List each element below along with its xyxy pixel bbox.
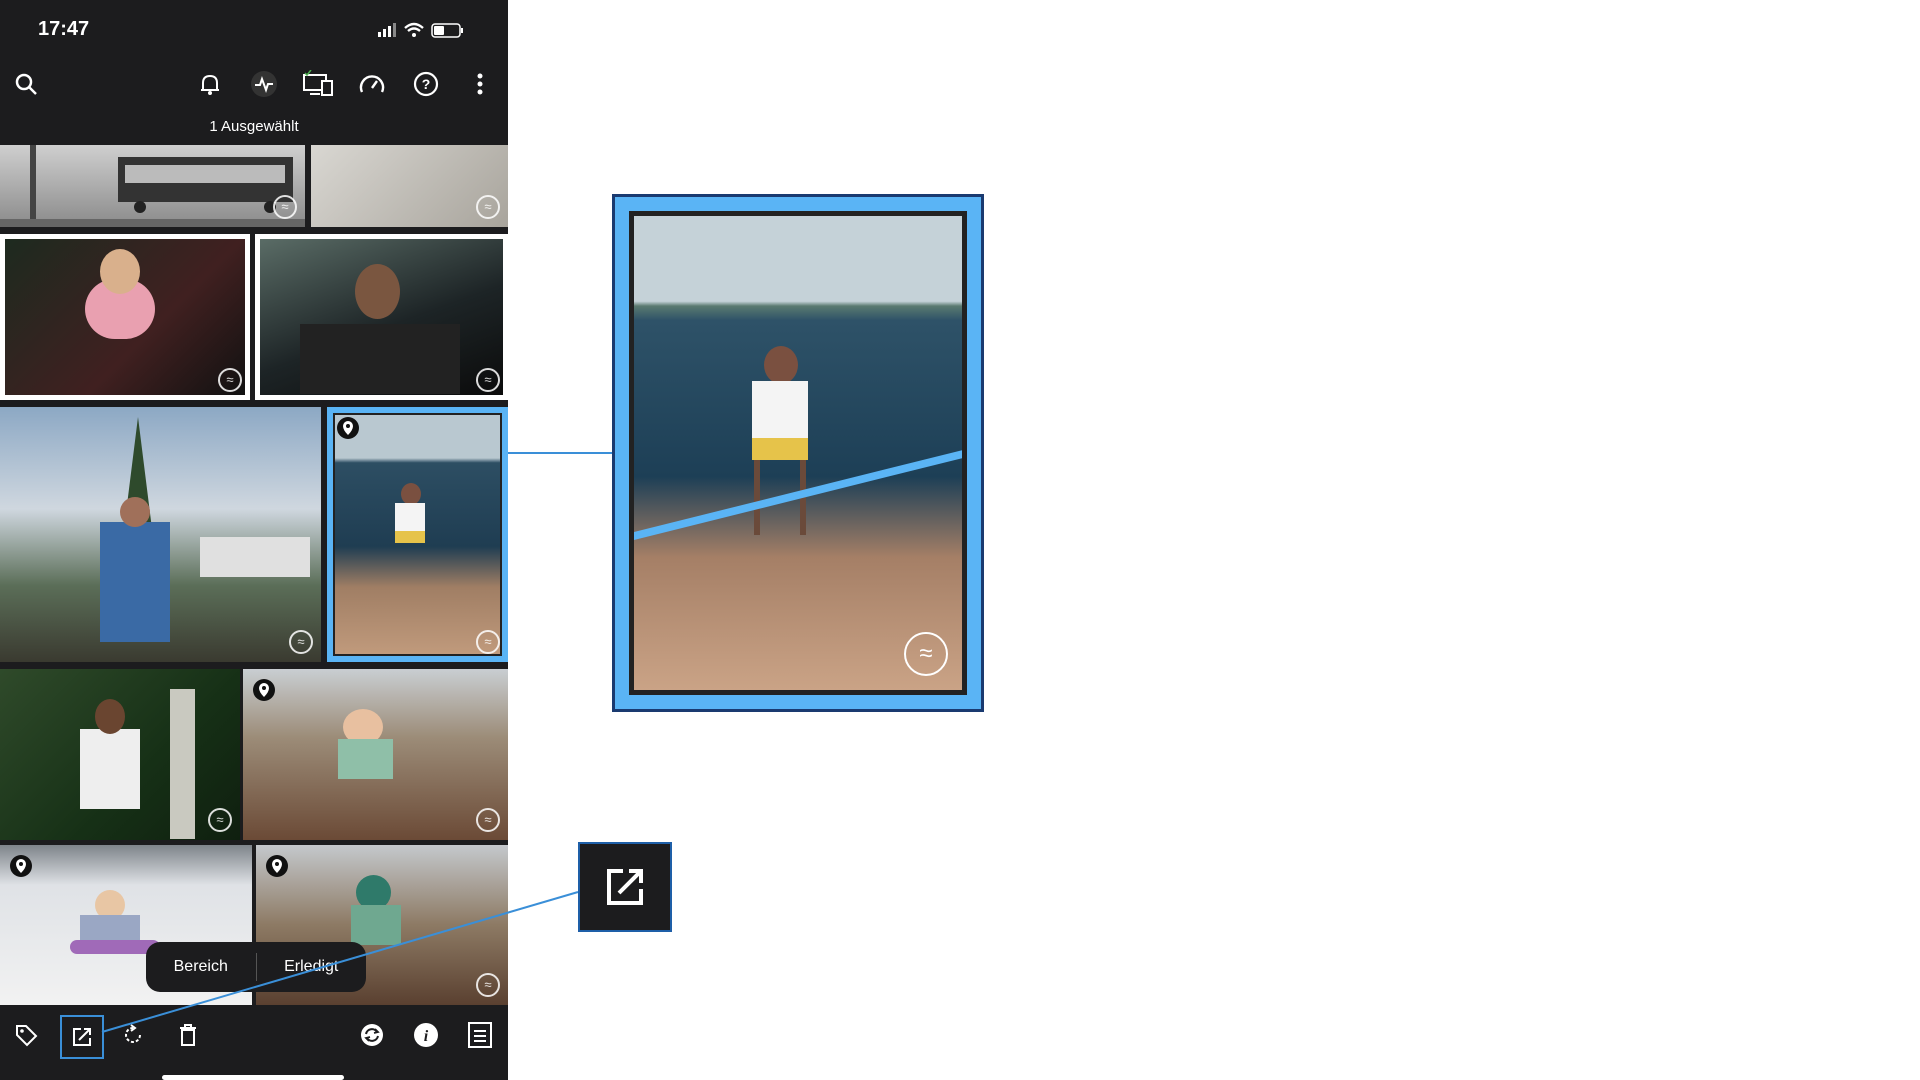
zoomed-open-external-icon [578,842,672,932]
wave-icon: ≈ [904,632,948,676]
zoomed-selected-photo: ≈ [612,194,984,712]
